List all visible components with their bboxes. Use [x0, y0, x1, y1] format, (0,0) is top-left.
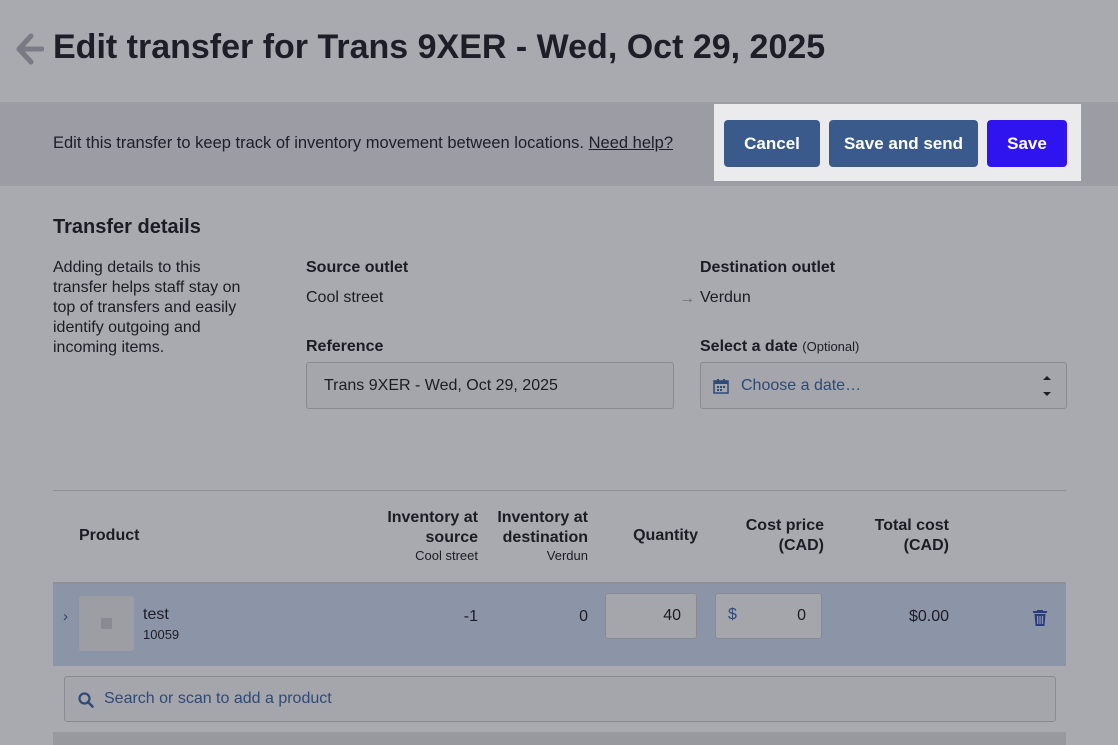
header-inventory-destination-label: Inventory at destination	[497, 509, 588, 546]
save-and-send-button[interactable]: Save and send	[829, 120, 978, 167]
section-divider	[53, 490, 1066, 491]
header-quantity: Quantity	[633, 527, 698, 544]
intro-description: Edit this transfer to keep track of inve…	[53, 134, 585, 152]
date-optional-text: (Optional)	[802, 339, 860, 354]
date-label-text: Select a date	[700, 338, 798, 355]
header-product: Product	[79, 527, 140, 544]
product-search-input[interactable]: Search or scan to add a product	[64, 676, 1056, 722]
help-link[interactable]: Need help?	[589, 134, 673, 152]
section-title: Transfer details	[53, 216, 201, 238]
destination-outlet-value: Verdun	[700, 289, 751, 306]
destination-outlet-label: Destination outlet	[700, 259, 836, 276]
cost-price-input[interactable]: $ 0	[715, 593, 822, 639]
cancel-button[interactable]: Cancel	[724, 120, 820, 167]
product-name: test	[143, 606, 169, 623]
chevron-right-icon[interactable]: ›	[63, 608, 68, 625]
reference-label: Reference	[306, 338, 384, 355]
bottom-strip	[53, 732, 1066, 745]
section-description: Adding details to this transfer helps st…	[53, 259, 241, 356]
page-title: Edit transfer for Trans 9XER - Wed, Oct …	[53, 28, 826, 66]
search-placeholder: Search or scan to add a product	[104, 690, 332, 707]
arrow-right-icon: →	[679, 290, 695, 307]
product-sku: 10059	[143, 627, 180, 642]
date-label: Select a date (Optional)	[700, 338, 859, 356]
header-inventory-destination-sub: Verdun	[546, 548, 588, 563]
header-inventory-source: Inventory at source Cool street	[378, 508, 478, 564]
date-picker-input[interactable]: Choose a date…	[700, 362, 1067, 409]
product-thumbnail	[79, 596, 134, 651]
intro-text: Edit this transfer to keep track of inve…	[53, 134, 673, 153]
save-button[interactable]: Save	[987, 120, 1067, 167]
inventory-destination-value: 0	[579, 608, 588, 625]
source-outlet-label: Source outlet	[306, 259, 409, 276]
reference-input[interactable]: Trans 9XER - Wed, Oct 29, 2025	[306, 362, 674, 409]
header-total-cost: Total cost (CAD)	[874, 517, 949, 554]
header-inventory-destination: Inventory at destination Verdun	[488, 508, 588, 564]
currency-symbol: $	[728, 606, 737, 623]
spinner-icon	[1043, 376, 1051, 396]
trash-icon[interactable]	[1033, 610, 1047, 626]
back-arrow-icon[interactable]	[16, 32, 44, 66]
source-outlet-value: Cool street	[306, 289, 384, 306]
total-cost-value: $0.00	[908, 608, 949, 625]
search-icon	[78, 692, 94, 708]
quantity-input[interactable]: 40	[605, 593, 697, 639]
inventory-source-value: -1	[463, 608, 478, 625]
header-inventory-source-sub: Cool street	[415, 548, 478, 563]
header-cost-price: Cost price (CAD)	[745, 517, 824, 554]
calendar-icon	[713, 379, 729, 394]
header-inventory-source-label: Inventory at source	[387, 509, 478, 546]
cost-price-value: 0	[797, 607, 806, 624]
date-placeholder: Choose a date…	[741, 377, 862, 394]
